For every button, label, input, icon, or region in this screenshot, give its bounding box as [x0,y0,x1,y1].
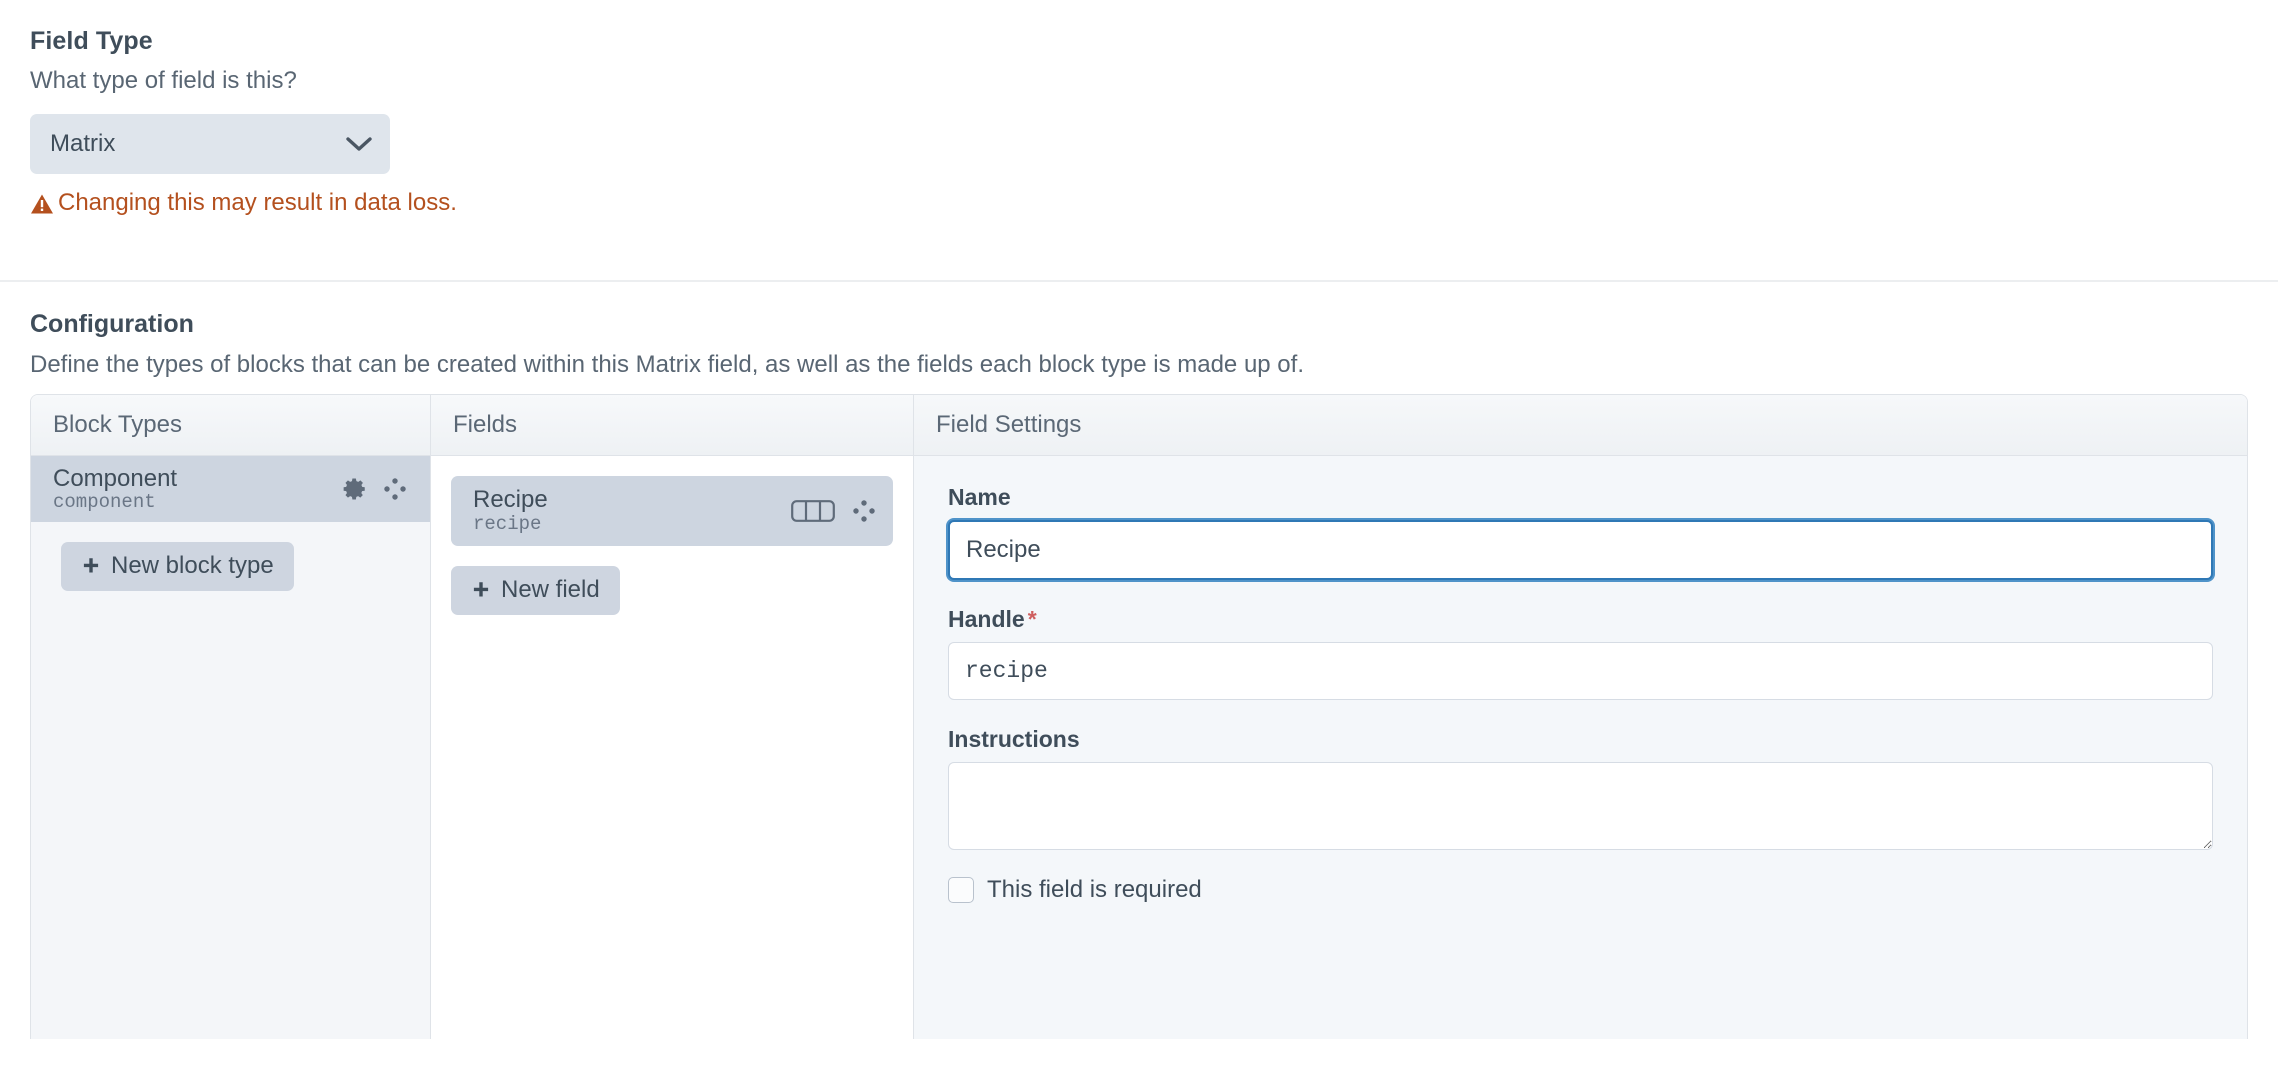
matrix-panel-header: Block Types Fields Field Settings [31,395,2247,457]
block-types-column: Component component New block type [31,456,431,1040]
configuration-section: Configuration Define the types of blocks… [0,310,2278,1040]
handle-input[interactable] [948,642,2213,701]
new-field-label: New field [501,576,600,604]
required-marker: * [1027,606,1037,633]
gear-icon[interactable] [342,476,368,502]
column-header-block-types: Block Types [31,395,431,456]
new-block-type-wrapper: New block type [31,522,430,591]
handle-field-label: Handle * [948,606,2213,633]
field-type-heading: Field Type [30,27,153,55]
move-handle-icon[interactable] [382,476,408,502]
block-type-item[interactable]: Component component [31,456,430,523]
warning-triangle-icon [30,193,54,215]
handle-field-group: Handle * [948,606,2213,701]
block-type-name: Component [53,464,178,492]
matrix-configurator-panel: Block Types Fields Field Settings Compon… [30,394,2248,1040]
field-item[interactable]: Recipe recipe [451,476,893,547]
plus-icon [81,556,101,576]
configuration-description: Define the types of blocks that can be c… [30,351,1304,378]
required-checkbox-row[interactable]: This field is required [948,876,2213,904]
plus-icon [471,580,491,600]
required-checkbox[interactable] [948,877,974,904]
field-type-select-value: Matrix [50,130,116,158]
field-type-select-wrapper: Matrix [30,114,390,175]
instructions-field-group: Instructions [948,726,2213,851]
field-type-section: Field Type What type of field is this? M… [0,0,2278,281]
data-loss-warning-text: Changing this may result in data loss. [58,189,457,217]
new-block-type-label: New block type [111,552,274,580]
name-input[interactable] [948,520,2213,581]
fields-column: Recipe recipe New field [431,456,914,1040]
data-loss-warning: Changing this may result in data loss. [30,189,2248,218]
field-item-labels: Recipe recipe [473,487,791,535]
block-type-labels: Component component [53,464,342,513]
name-field-label: Name [948,484,1011,511]
column-header-fields: Fields [431,395,914,456]
block-type-actions [342,476,414,502]
configuration-heading: Configuration [30,310,194,338]
instructions-textarea[interactable] [948,762,2213,851]
section-divider [0,280,2278,282]
field-item-handle: recipe [473,513,542,536]
field-settings-column: Name Handle* Instructions This field is … [914,456,2247,1040]
field-width-icon[interactable] [791,498,835,524]
new-block-type-button[interactable]: New block type [61,542,294,591]
move-handle-icon[interactable] [851,498,877,524]
matrix-panel-body: Component component New block type Recip… [31,456,2247,1040]
field-type-select[interactable]: Matrix [30,114,390,175]
handle-label-text: Handle [948,606,1025,633]
field-item-actions [791,498,877,524]
name-field-group: Name [948,484,2213,581]
field-item-name: Recipe [473,486,548,514]
column-header-field-settings: Field Settings [914,395,2247,456]
new-field-button[interactable]: New field [451,566,620,615]
new-field-wrapper: New field [451,546,893,615]
instructions-field-label: Instructions [948,726,1080,753]
block-type-handle: component [53,490,156,513]
required-checkbox-label[interactable]: This field is required [987,876,1202,904]
field-type-instructions: What type of field is this? [30,67,297,95]
